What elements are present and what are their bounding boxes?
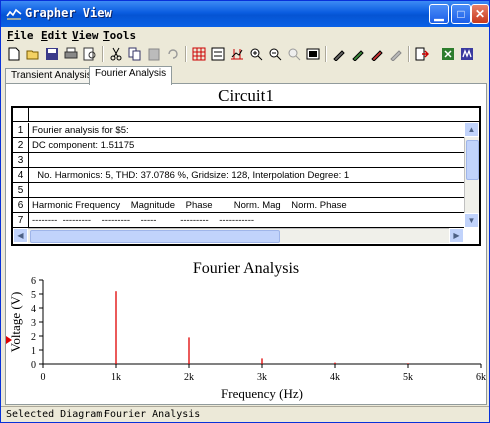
circuit-title: Circuit1 — [218, 86, 274, 105]
pen-color-icon[interactable] — [369, 46, 385, 62]
status-bar: Selected Diagram: Fourier Analysis — [1, 406, 489, 422]
x-tick-label: 2k — [184, 372, 194, 383]
y-tick-label: 5 — [31, 290, 36, 301]
title-bar[interactable]: Grapher View ▁ □ ✕ — [1, 1, 489, 27]
undo-icon[interactable] — [165, 46, 181, 62]
tab-transient-analysis[interactable]: Transient Analysis — [5, 68, 98, 84]
cursors-icon[interactable] — [229, 46, 245, 62]
pen-icon[interactable] — [331, 46, 347, 62]
vertical-scrollbar[interactable]: ▲ ▼ — [464, 122, 479, 228]
table-row[interactable]: 2 DC component: 1.51175 — [13, 138, 464, 153]
x-tick-label: 0 — [41, 372, 46, 383]
y-tick-label: 1 — [31, 346, 36, 357]
paste-icon[interactable] — [146, 46, 162, 62]
y-axis-label: Voltage (V) — [8, 292, 23, 353]
table-row[interactable]: 1 Fourier analysis for $5: — [13, 123, 464, 138]
fourier-chart: 0 1 2 3 4 5 6 0 1k 2k 3k 4k 5k 6k Frequency (Hz) Voltag… — [6, 276, 486, 401]
row-number: 4 — [13, 168, 29, 183]
vertical-scroll-thumb[interactable] — [466, 140, 479, 180]
zoom-in-icon[interactable] — [248, 46, 264, 62]
y-tick-label: 6 — [31, 276, 36, 287]
row-number: 2 — [13, 138, 29, 153]
row-text: DC component: 1.51175 — [32, 140, 135, 151]
table-row[interactable]: 6 Harmonic Frequency Magnitude Phase Norm… — [13, 198, 464, 213]
zoom-area-icon[interactable] — [286, 46, 302, 62]
status-value: Fourier Analysis — [104, 409, 201, 420]
minimize-icon: ▁ — [434, 7, 444, 21]
pen-delete-icon[interactable] — [388, 46, 404, 62]
row-text: No. Harmonics: 5, THD: 37.0786 %, Gridsi… — [32, 170, 350, 181]
row-text: Fourier analysis for $5: — [32, 125, 129, 136]
row-number: 5 — [13, 183, 29, 198]
analysis-panel: Circuit1 1 Fourier analysis for $5: 2 DC co… — [5, 83, 487, 405]
mathcad-icon[interactable] — [459, 46, 475, 62]
x-tick-label: 3k — [257, 372, 267, 383]
row-text: -------- --------- --------- ----- -----… — [32, 215, 255, 226]
row-number: 3 — [13, 153, 29, 168]
menu-view[interactable]: View — [72, 29, 99, 42]
copy-icon[interactable] — [127, 46, 143, 62]
menu-bar: File Edit View Tools — [1, 27, 489, 44]
scroll-left-icon[interactable]: ◀ — [13, 228, 28, 243]
x-tick-label: 6k — [476, 372, 486, 383]
grapher-window: Grapher View ▁ □ ✕ File Edit View Tools — [0, 0, 490, 423]
x-tick-label: 5k — [403, 372, 413, 383]
zoom-full-icon[interactable] — [305, 46, 321, 62]
export-icon[interactable] — [414, 46, 430, 62]
menu-tools[interactable]: Tools — [103, 29, 136, 42]
row-number: 6 — [13, 198, 29, 213]
y-tick-label: 3 — [31, 318, 36, 329]
excel-icon[interactable] — [440, 46, 456, 62]
save-icon[interactable] — [44, 46, 60, 62]
toolbar — [1, 44, 489, 64]
horizontal-scroll-thumb[interactable] — [30, 230, 280, 243]
y-tick-label: 2 — [31, 332, 36, 343]
pen-edit-icon[interactable] — [350, 46, 366, 62]
grid-icon[interactable] — [191, 46, 207, 62]
y-tick-label: 0 — [31, 360, 36, 371]
horizontal-scrollbar[interactable]: ◀ ▶ — [13, 228, 464, 243]
grapher-app-icon — [6, 8, 22, 20]
grid-header — [13, 108, 479, 122]
status-label: Selected Diagram: — [6, 409, 109, 420]
minimize-button[interactable]: ▁ — [429, 4, 449, 24]
x-tick-label: 1k — [111, 372, 121, 383]
new-icon[interactable] — [6, 46, 22, 62]
menu-file[interactable]: File — [7, 29, 34, 42]
menu-edit[interactable]: Edit — [41, 29, 68, 42]
zoom-out-icon[interactable] — [267, 46, 283, 62]
table-row[interactable]: 4 No. Harmonics: 5, THD: 37.0786 %, Grid… — [13, 168, 464, 183]
row-number: 7 — [13, 213, 29, 228]
maximize-icon: □ — [457, 7, 465, 21]
maximize-button[interactable]: □ — [451, 4, 471, 24]
table-row[interactable]: 7 -------- --------- --------- ----- ----… — [13, 213, 464, 228]
table-row[interactable]: 5 — [13, 183, 464, 198]
grid-corner — [13, 108, 29, 122]
results-grid: 1 Fourier analysis for $5: 2 DC component: … — [11, 106, 481, 246]
open-icon[interactable] — [25, 46, 41, 62]
scroll-right-icon[interactable]: ▶ — [449, 228, 464, 243]
x-tick-label: 4k — [330, 372, 340, 383]
scroll-down-icon[interactable]: ▼ — [464, 213, 479, 228]
tab-fourier-analysis[interactable]: Fourier Analysis — [89, 66, 173, 85]
scroll-up-icon[interactable]: ▲ — [464, 122, 479, 137]
row-text: Harmonic Frequency Magnitude Phase Norm.… — [32, 200, 347, 211]
x-axis-label: Frequency (Hz) — [221, 386, 303, 401]
close-icon: ✕ — [474, 7, 486, 21]
table-row[interactable]: 3 — [13, 153, 464, 168]
print-preview-icon[interactable] — [82, 46, 98, 62]
window-title: Grapher View — [25, 6, 112, 20]
close-button[interactable]: ✕ — [471, 4, 489, 24]
print-icon[interactable] — [63, 46, 79, 62]
cut-icon[interactable] — [108, 46, 124, 62]
y-tick-label: 4 — [31, 304, 36, 315]
row-number: 1 — [13, 123, 29, 138]
legend-icon[interactable] — [210, 46, 226, 62]
